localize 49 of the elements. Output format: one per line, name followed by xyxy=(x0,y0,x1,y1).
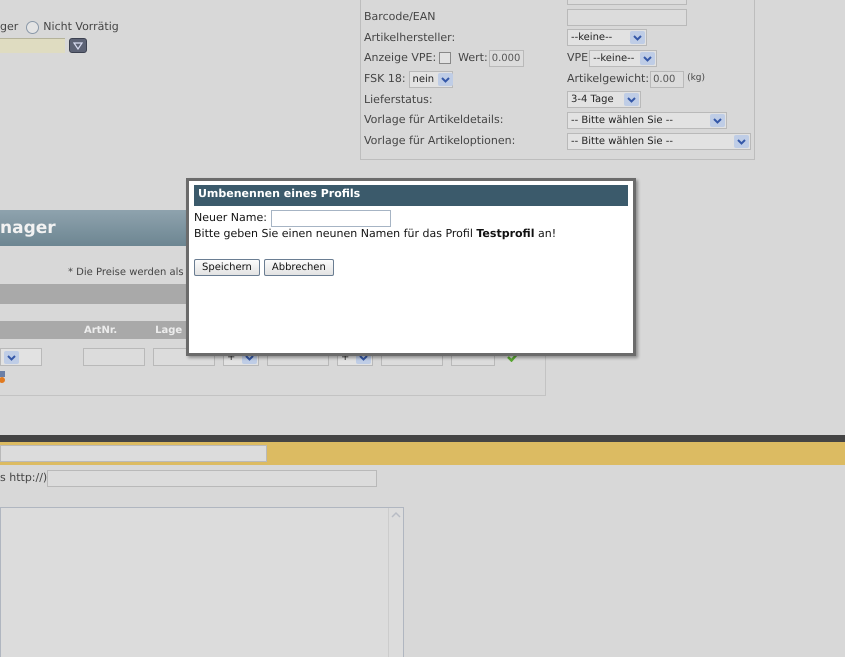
dialog-button[interactable]: Speichern xyxy=(194,259,260,276)
field-label: FSK 18: xyxy=(364,72,406,86)
radio-label: Nicht Vorrätig xyxy=(43,20,119,34)
column-header: Lage xyxy=(155,324,182,336)
dropdown[interactable]: -- Bitte wählen Sie -- xyxy=(567,112,728,129)
dropdown[interactable]: 3-4 Tage xyxy=(567,91,641,108)
chevron-down-icon xyxy=(630,31,645,44)
field-label: VPE xyxy=(567,51,588,66)
scroll-up-icon[interactable] xyxy=(391,511,401,518)
dialog-button[interactable]: Abbrechen xyxy=(264,259,334,276)
field-label: Artikelgewicht: xyxy=(567,72,650,86)
input-field[interactable]: 0.000 xyxy=(488,50,524,67)
input-field[interactable] xyxy=(83,348,145,366)
dropdown[interactable]: --keine-- xyxy=(589,50,658,67)
name-field[interactable] xyxy=(270,210,391,227)
field-label: Vorlage für Artikeldetails: xyxy=(364,113,504,128)
radio-button[interactable] xyxy=(26,20,40,34)
field-label: Wert: xyxy=(458,51,488,66)
field-label: Lieferstatus: xyxy=(364,92,433,107)
input-field[interactable] xyxy=(567,8,687,26)
chevron-down-icon xyxy=(710,114,726,127)
field-label: Neuer Name: xyxy=(194,211,267,226)
chevron-down-icon xyxy=(734,134,749,148)
input-field[interactable]: 0.00 xyxy=(650,70,684,88)
column-header: ArtNr. xyxy=(84,324,118,336)
dropdown[interactable]: nein xyxy=(408,70,453,88)
field-label: s http://) xyxy=(0,470,48,486)
input-field[interactable] xyxy=(47,470,378,486)
price-note: * Die Preise werden als xyxy=(68,267,184,278)
dropdown[interactable] xyxy=(0,348,42,366)
dropdown-button[interactable] xyxy=(69,38,87,54)
chevron-down-icon xyxy=(640,52,656,65)
status-icon[interactable] xyxy=(0,371,5,383)
checkbox[interactable] xyxy=(439,52,452,64)
field-label: Artikelhersteller: xyxy=(364,30,456,45)
input-field[interactable] xyxy=(0,445,267,462)
chevron-down-icon xyxy=(624,93,639,106)
field-label: Barcode/EAN xyxy=(364,10,436,24)
field-label: Anzeige VPE: xyxy=(364,51,436,66)
dialog-title: Umbenennen eines Profils xyxy=(194,185,628,206)
radio-label: ger xyxy=(0,20,18,34)
dropdown[interactable]: --keine-- xyxy=(567,29,647,46)
chevron-down-icon xyxy=(4,350,19,364)
dropdown[interactable]: -- Bitte wählen Sie -- xyxy=(567,132,751,150)
field-label: Vorlage für Artikeloptionen: xyxy=(364,134,516,148)
unit-label: (kg) xyxy=(687,73,706,85)
triangle-down-icon xyxy=(73,42,83,50)
chevron-down-icon xyxy=(438,72,454,86)
input-field[interactable] xyxy=(0,38,65,54)
